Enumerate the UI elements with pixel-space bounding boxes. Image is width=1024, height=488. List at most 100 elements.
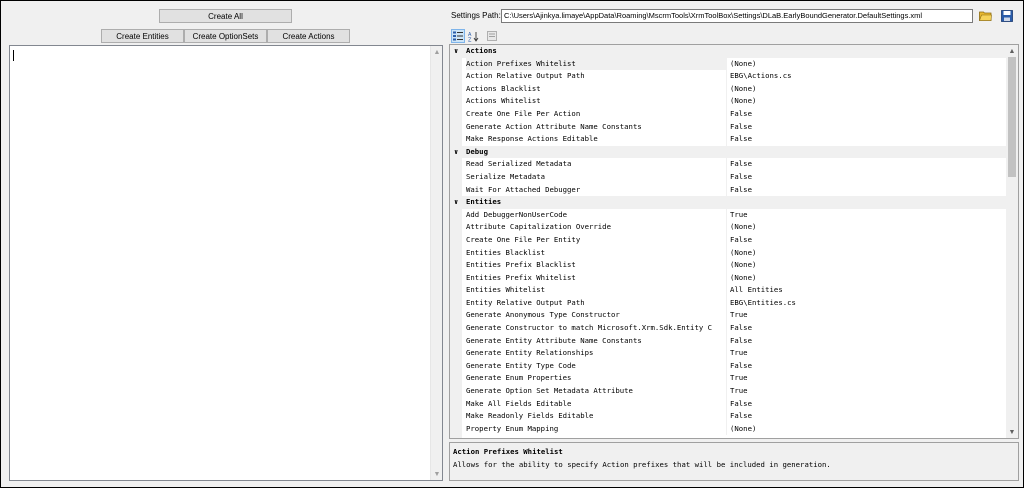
property-name: Entities Blacklist	[466, 246, 727, 260]
property-row[interactable]: Generate Entity Relationships True	[450, 347, 1008, 360]
property-value[interactable]: (None)	[730, 221, 1000, 234]
property-value[interactable]: True	[730, 372, 1000, 385]
property-row[interactable]: Action Relative Output Path EBG\Actions.c…	[450, 70, 1008, 83]
property-value[interactable]: False	[730, 171, 1000, 184]
property-row[interactable]: Make Readonly Fields Editable False	[450, 410, 1008, 423]
property-name: Generate Entity Type Code	[466, 359, 727, 373]
property-value[interactable]: (None)	[730, 95, 1000, 108]
property-value[interactable]: False	[730, 184, 1000, 197]
property-row[interactable]: Entities Prefix Blacklist (None)	[450, 259, 1008, 272]
category-entities[interactable]: ∨ Entities	[450, 196, 1008, 209]
property-row[interactable]: Generate Anonymous Type Constructor True	[450, 309, 1008, 323]
property-grid[interactable]: ∨ Actions Action Prefixes Whitelist (None) A…	[449, 44, 1019, 439]
property-name: Add DebuggerNonUserCode	[466, 208, 727, 222]
property-value[interactable]: (None)	[730, 58, 1000, 71]
property-value[interactable]: (None)	[730, 83, 1000, 96]
property-name: Property Enum Mapping	[466, 422, 727, 436]
property-value[interactable]: False	[730, 133, 1000, 146]
property-value[interactable]: False	[730, 158, 1000, 171]
category-label: Debug	[466, 146, 488, 156]
property-row[interactable]: Generate Constructor to match Microsoft.…	[450, 322, 1008, 335]
property-value[interactable]: (None)	[730, 247, 1000, 260]
grid-scroll-thumb[interactable]	[1008, 57, 1016, 177]
scroll-down-icon[interactable]: ▼	[431, 468, 443, 480]
property-value[interactable]: False	[730, 360, 1000, 373]
grid-scroll-up-icon[interactable]: ▲	[1006, 45, 1018, 57]
create-entities-button[interactable]: Create Entities	[101, 29, 184, 43]
property-row[interactable]: Generate Entity Type Code False	[450, 359, 1008, 373]
output-scrollbar[interactable]: ▲ ▼	[430, 46, 442, 480]
create-actions-button[interactable]: Create Actions	[267, 29, 350, 43]
property-value[interactable]: EBG\Actions.cs	[730, 70, 1000, 83]
property-row[interactable]: Make Response Actions Editable False	[450, 133, 1008, 146]
property-row[interactable]: Create One File Per Entity False	[450, 233, 1008, 247]
scroll-up-icon[interactable]: ▲	[431, 46, 443, 58]
property-value[interactable]: False	[730, 108, 1000, 121]
grid-scrollbar[interactable]: ▲ ▼	[1006, 45, 1018, 438]
property-value[interactable]: (None)	[730, 259, 1000, 272]
property-row[interactable]: Read Serialized Metadata False	[450, 158, 1008, 171]
property-name: Wait For Attached Debugger	[466, 183, 727, 197]
output-textarea[interactable]: ▲ ▼	[9, 45, 443, 481]
property-value[interactable]: False	[730, 398, 1000, 411]
property-row[interactable]: Generate Entity Attribute Name Constants…	[450, 334, 1008, 348]
property-value[interactable]: False	[730, 234, 1000, 247]
property-row[interactable]: Entities Whitelist All Entities	[450, 284, 1008, 297]
property-row[interactable]: Wait For Attached Debugger False	[450, 183, 1008, 197]
property-row[interactable]: Generate Enum Properties True	[450, 372, 1008, 386]
property-value[interactable]: (None)	[730, 423, 1000, 436]
categorized-sort-icon[interactable]	[451, 29, 465, 43]
property-row[interactable]: Create One File Per Action False	[450, 107, 1008, 121]
grid-scroll-down-icon[interactable]: ▼	[1006, 426, 1018, 438]
category-actions[interactable]: ∨ Actions	[450, 45, 1008, 58]
chevron-down-icon[interactable]: ∨	[454, 196, 458, 209]
property-name: Entities Whitelist	[466, 284, 727, 297]
property-name: Generate Anonymous Type Constructor	[466, 309, 727, 323]
property-value[interactable]: (None)	[730, 272, 1000, 285]
property-name: Action Relative Output Path	[466, 70, 727, 83]
alphabetical-sort-icon[interactable]: A Z	[466, 29, 480, 43]
text-caret	[13, 50, 14, 61]
property-value[interactable]: False	[730, 121, 1000, 134]
property-row[interactable]: Actions Whitelist (None)	[450, 95, 1008, 108]
property-row[interactable]: Serialize Metadata False	[450, 170, 1008, 184]
property-value[interactable]: False	[730, 335, 1000, 348]
property-row[interactable]: Actions Blacklist (None)	[450, 82, 1008, 96]
property-value[interactable]: False	[730, 410, 1000, 423]
property-name: Generate Enum Properties	[466, 372, 727, 386]
property-row[interactable]: Generate Action Attribute Name Constants…	[450, 120, 1008, 134]
create-optionsets-button[interactable]: Create OptionSets	[184, 29, 267, 43]
property-row[interactable]: Action Prefixes Whitelist (None)	[450, 57, 1008, 71]
chevron-down-icon[interactable]: ∨	[454, 146, 458, 159]
property-value[interactable]: True	[730, 347, 1000, 360]
save-icon[interactable]	[999, 8, 1014, 23]
property-row[interactable]: Entities Blacklist (None)	[450, 246, 1008, 260]
property-name: Create One File Per Entity	[466, 233, 727, 247]
property-value[interactable]: EBG\Entities.cs	[730, 297, 1000, 310]
property-name: Generate Entity Attribute Name Constants	[466, 334, 727, 348]
property-row[interactable]: Entities Prefix Whitelist (None)	[450, 271, 1008, 285]
property-row[interactable]: Entity Relative Output Path EBG\Entities.…	[450, 296, 1008, 310]
property-row[interactable]: Add DebuggerNonUserCode True	[450, 208, 1008, 222]
property-value[interactable]: All Entities	[730, 284, 1000, 297]
property-value[interactable]: False	[730, 322, 1000, 335]
property-name: Action Prefixes Whitelist	[466, 57, 727, 71]
property-name: Generate Constructor to match Microsoft.…	[466, 322, 727, 335]
open-folder-icon[interactable]	[978, 8, 993, 23]
property-row[interactable]: Attribute Capitalization Override (None)	[450, 221, 1008, 234]
property-name: Make All Fields Editable	[466, 397, 727, 411]
settings-path-label: Settings Path:	[451, 11, 501, 20]
property-value[interactable]: True	[730, 309, 1000, 322]
property-row[interactable]: Make All Fields Editable False	[450, 397, 1008, 411]
category-label: Entities	[466, 197, 502, 207]
category-debug[interactable]: ∨ Debug	[450, 145, 1008, 159]
chevron-down-icon[interactable]: ∨	[454, 45, 458, 58]
property-pages-icon[interactable]	[485, 29, 499, 43]
property-row[interactable]: Generate Option Set Metadata Attribute Tr…	[450, 385, 1008, 398]
property-value[interactable]: True	[730, 385, 1000, 398]
settings-path-input[interactable]: C:\Users\Ajinkya.limaye\AppData\Roaming\…	[501, 9, 973, 23]
create-all-button[interactable]: Create All	[159, 9, 292, 23]
property-row[interactable]: Property Enum Mapping (None)	[450, 422, 1008, 436]
property-name: Generate Action Attribute Name Constants	[466, 120, 727, 134]
property-value[interactable]: True	[730, 209, 1000, 222]
